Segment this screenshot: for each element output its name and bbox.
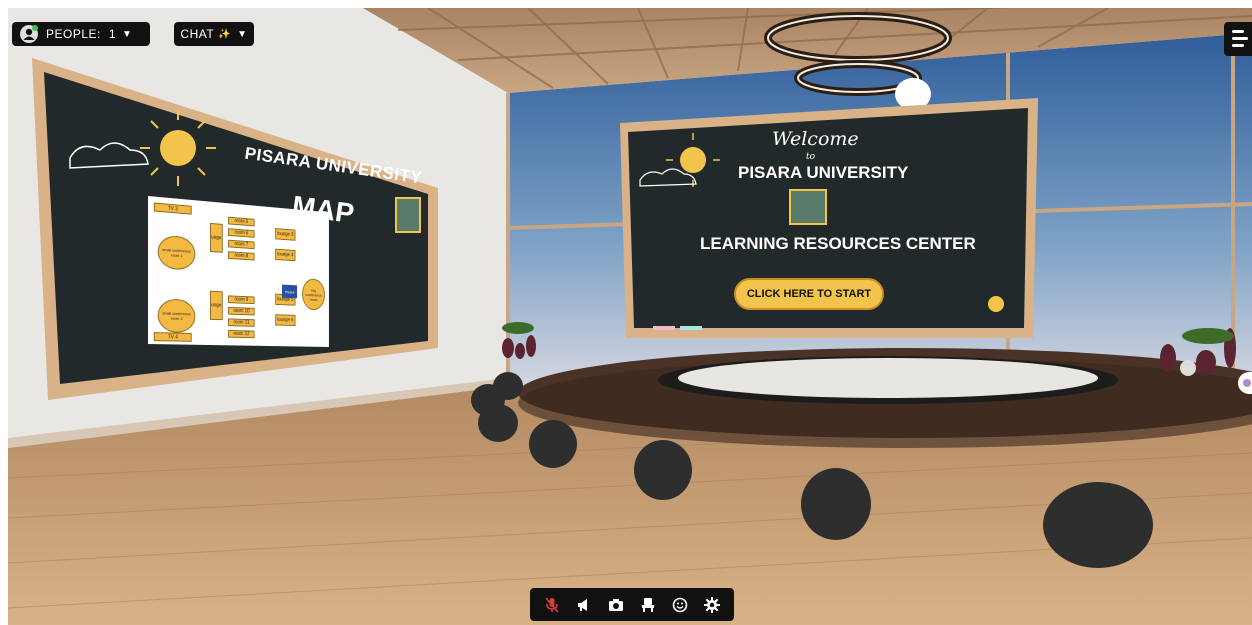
map-conference-room[interactable]: small conference room 2 — [157, 298, 196, 334]
emoji-icon[interactable] — [669, 594, 691, 616]
map-room[interactable]: room 10 — [228, 306, 255, 316]
megaphone-icon[interactable] — [573, 594, 595, 616]
chat-label: CHAT — [180, 27, 215, 41]
map-room[interactable]: room 9 — [228, 295, 255, 305]
people-count: 1 — [108, 27, 117, 41]
map-room[interactable]: room 8 — [228, 251, 255, 261]
campus-map-plan[interactable]: TV 3 TV 4 lounge 1 lounge 2 lounge 3 lou… — [148, 196, 329, 347]
chevron-down-icon: ▼ — [122, 28, 133, 40]
map-room[interactable]: room 7 — [228, 239, 255, 250]
map-room[interactable]: lounge 6 — [275, 314, 296, 327]
learning-center-heading: LEARNING RESOURCES CENTER — [700, 234, 976, 253]
map-room[interactable]: room 12 — [228, 329, 255, 339]
status-dot-icon — [1243, 379, 1251, 387]
map-conference-room[interactable]: big conference room — [302, 278, 325, 311]
chevron-down-icon: ▼ — [237, 28, 248, 40]
welcome-heading: Welcome — [772, 128, 859, 150]
map-room[interactable]: room 5 — [228, 216, 255, 227]
map-location-marker[interactable]: Pisara — [282, 284, 298, 299]
welcome-to: to — [806, 152, 816, 162]
welcome-board-title: PISARA UNIVERSITY — [738, 163, 909, 182]
bottom-toolbar — [530, 588, 734, 621]
seat-icon[interactable] — [637, 594, 659, 616]
settings-icon[interactable] — [701, 594, 723, 616]
camera-icon[interactable] — [605, 594, 627, 616]
virtual-room-scene: PISARA UNIVERSITY MAP TV 3 TV 4 lounge 1… — [8, 8, 1252, 625]
map-room[interactable]: TV 4 — [153, 332, 192, 342]
sparkle-icon: ✨ — [218, 28, 232, 40]
map-room[interactable]: lounge 4 — [275, 248, 296, 262]
map-room[interactable]: lounge 3 — [275, 228, 296, 241]
map-conference-room[interactable]: small conference room 1 — [157, 234, 196, 271]
map-room[interactable]: lounge 2 — [210, 290, 223, 321]
map-room[interactable]: room 11 — [228, 318, 255, 327]
chat-dropdown[interactable]: CHAT ✨ ▼ — [174, 22, 254, 46]
user-avatar-icon — [20, 25, 38, 43]
menu-icon[interactable] — [1224, 22, 1252, 56]
start-button[interactable]: CLICK HERE TO START — [734, 278, 884, 310]
people-label: PEOPLE: — [46, 27, 101, 41]
people-dropdown[interactable]: PEOPLE: 1 ▼ — [12, 22, 150, 46]
map-room[interactable]: TV 3 — [153, 202, 192, 215]
map-room[interactable]: room 6 — [228, 228, 255, 238]
mic-muted-icon[interactable] — [541, 594, 563, 616]
map-room[interactable]: lounge 1 — [210, 222, 223, 253]
